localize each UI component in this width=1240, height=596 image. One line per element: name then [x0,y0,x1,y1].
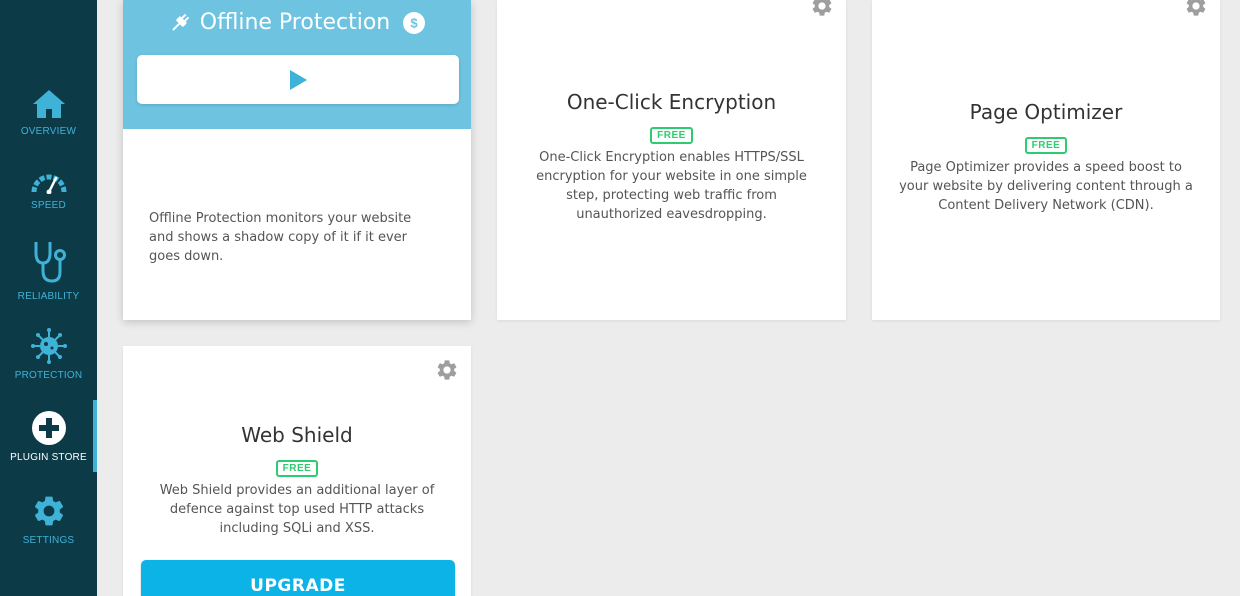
nav-label: RELIABILITY [17,291,80,302]
optimizer-card-title: Page Optimizer [969,100,1123,124]
free-badge: FREE [1024,137,1068,154]
speedometer-icon [31,174,66,194]
plug-icon [171,13,189,31]
home-icon [32,90,65,118]
free-badge: FREE [275,460,319,477]
optimizer-card-description: Page Optimizer provides a speed boost to… [899,160,1193,213]
web-shield-card-description: Web Shield provides an additional layer … [159,483,435,536]
settings-gear-icon[interactable] [1184,0,1208,18]
dollar-icon: $ [403,11,426,34]
stethoscope-icon [34,242,66,283]
nav-speed[interactable]: SPEED [0,168,97,211]
nav-plugin-store[interactable]: PLUGIN STORE [0,400,97,472]
page-optimizer-card: Page Optimizer FREE Page Optimizer provi… [872,0,1220,320]
nav-label: OVERVIEW [20,126,77,137]
settings-gear-icon[interactable] [810,0,834,18]
nav-overview[interactable]: OVERVIEW [0,88,97,137]
plus-circle-icon [31,411,66,445]
offline-card-header: Offline Protection $ [123,0,471,129]
nav-label: SPEED [31,200,66,211]
free-badge: FREE [650,127,693,144]
encryption-card-description: One-Click Encryption enables HTTPS/SSL e… [536,150,807,222]
web-shield-card: Web Shield FREE Web Shield provides an a… [123,346,471,596]
encryption-card-title: One-Click Encryption [566,90,777,114]
offline-card-title: Offline Protection [199,10,391,35]
nav-label: PLUGIN STORE [10,452,87,463]
nav-reliability[interactable]: RELIABILITY [0,239,97,302]
nav-protection[interactable]: PROTECTION [0,328,97,381]
upgrade-button[interactable]: UPGRADE [141,560,455,596]
settings-gear-icon[interactable] [435,358,459,382]
offline-card-description: Offline Protection monitors your website… [149,211,412,264]
web-shield-card-title: Web Shield [241,423,353,447]
nav-label: PROTECTION [14,370,83,381]
nav-settings[interactable]: SETTINGS [0,493,97,546]
svg-text:$: $ [411,15,419,30]
video-play-button[interactable] [137,55,459,104]
sidebar: OVERVIEW SPEED RELIABILITY PROTECTION PL… [0,0,97,596]
encryption-card: One-Click Encryption FREE One-Click Encr… [497,0,846,320]
offline-protection-card: Offline Protection $ Offline Protection … [123,0,471,320]
play-icon [290,69,307,90]
nav-label: SETTINGS [22,535,75,546]
virus-icon [30,328,67,364]
gear-icon [34,496,63,526]
